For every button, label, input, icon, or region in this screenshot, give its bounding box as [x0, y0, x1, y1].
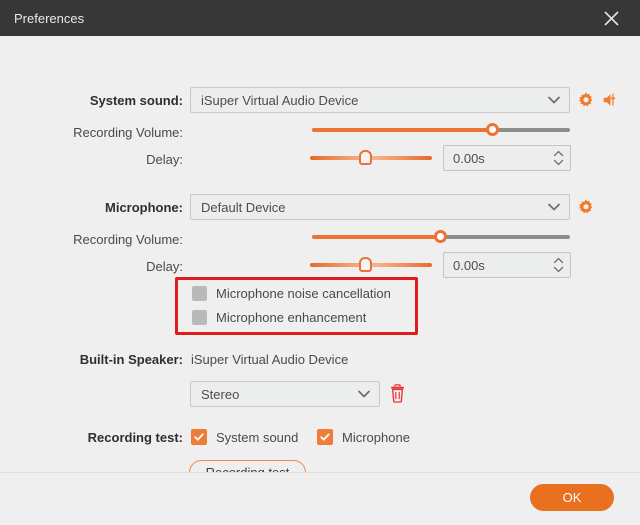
- speaker-channel-select[interactable]: Stereo: [190, 381, 380, 407]
- system-sound-delay-stepper[interactable]: 0.00s: [443, 145, 571, 171]
- microphone-enhancement-checkbox[interactable]: Microphone enhancement: [192, 310, 366, 325]
- speaker-volume-icon[interactable]: [601, 91, 620, 112]
- slider-knob[interactable]: [434, 230, 447, 243]
- system-sound-device-select[interactable]: iSuper Virtual Audio Device: [190, 87, 570, 113]
- checkbox-box: [192, 286, 207, 301]
- microphone-device-select[interactable]: Default Device: [190, 194, 570, 220]
- stepper-arrows[interactable]: [550, 149, 566, 167]
- chevron-down-icon: [545, 198, 563, 216]
- slider-knob[interactable]: [358, 257, 372, 272]
- speaker-channel-value: Stereo: [201, 386, 240, 402]
- close-icon[interactable]: [592, 0, 630, 36]
- microphone-noise-cancellation-label: Microphone noise cancellation: [216, 286, 391, 301]
- microphone-delay-value: 0.00s: [453, 257, 485, 273]
- slider-knob[interactable]: [358, 150, 372, 165]
- dialog-footer: OK: [0, 472, 640, 525]
- microphone-delay-slider[interactable]: [310, 256, 432, 274]
- check-icon: [320, 433, 330, 441]
- microphone-device-value: Default Device: [201, 199, 286, 215]
- window-title: Preferences: [14, 10, 85, 26]
- checkbox-box: [192, 310, 207, 325]
- slider-fill: [312, 128, 493, 132]
- trash-icon[interactable]: [389, 384, 406, 406]
- recording-test-system-sound-label: System sound: [216, 429, 299, 445]
- slider-fill: [312, 235, 441, 239]
- recording-test-system-sound-checkbox[interactable]: System sound: [191, 429, 298, 445]
- microphone-enhancement-label: Microphone enhancement: [216, 310, 367, 325]
- chevron-down-icon: [553, 266, 563, 273]
- recording-test-label: Recording test:: [87, 430, 183, 445]
- checkbox-box: [317, 429, 333, 445]
- gear-icon[interactable]: [577, 91, 595, 112]
- chevron-down-icon: [553, 159, 563, 166]
- ok-button-label: OK: [562, 490, 582, 505]
- ok-button[interactable]: OK: [530, 484, 614, 511]
- built-in-speaker-label: Built-in Speaker:: [79, 352, 183, 367]
- chevron-up-icon: [553, 150, 563, 157]
- slider-knob[interactable]: [485, 123, 499, 136]
- recording-test-microphone-label: Microphone: [342, 429, 410, 445]
- stepper-arrows[interactable]: [550, 256, 566, 274]
- microphone-volume-slider[interactable]: [312, 228, 570, 246]
- title-bar: Preferences: [0, 0, 640, 36]
- system-sound-delay-label: Delay:: [146, 152, 183, 167]
- check-icon: [194, 433, 204, 441]
- chevron-up-icon: [553, 257, 563, 264]
- system-sound-delay-value: 0.00s: [453, 150, 485, 166]
- system-sound-delay-slider[interactable]: [310, 149, 432, 167]
- microphone-delay-label: Delay:: [146, 259, 183, 274]
- checkbox-box: [191, 429, 207, 445]
- microphone-noise-cancellation-checkbox[interactable]: Microphone noise cancellation: [192, 286, 391, 301]
- system-sound-label: System sound:: [89, 93, 183, 108]
- system-sound-volume-slider[interactable]: [312, 121, 570, 139]
- microphone-delay-stepper[interactable]: 0.00s: [443, 252, 571, 278]
- preferences-body: System sound: iSuper Virtual Audio Devic…: [0, 36, 640, 485]
- microphone-label: Microphone:: [105, 200, 183, 215]
- gear-icon[interactable]: [577, 198, 595, 219]
- recording-test-microphone-checkbox[interactable]: Microphone: [317, 429, 410, 445]
- system-sound-volume-label: Recording Volume:: [73, 125, 183, 140]
- built-in-speaker-device: iSuper Virtual Audio Device: [191, 352, 349, 367]
- chevron-down-icon: [355, 385, 373, 403]
- system-sound-device-value: iSuper Virtual Audio Device: [201, 92, 359, 108]
- chevron-down-icon: [545, 91, 563, 109]
- microphone-volume-label: Recording Volume:: [73, 232, 183, 247]
